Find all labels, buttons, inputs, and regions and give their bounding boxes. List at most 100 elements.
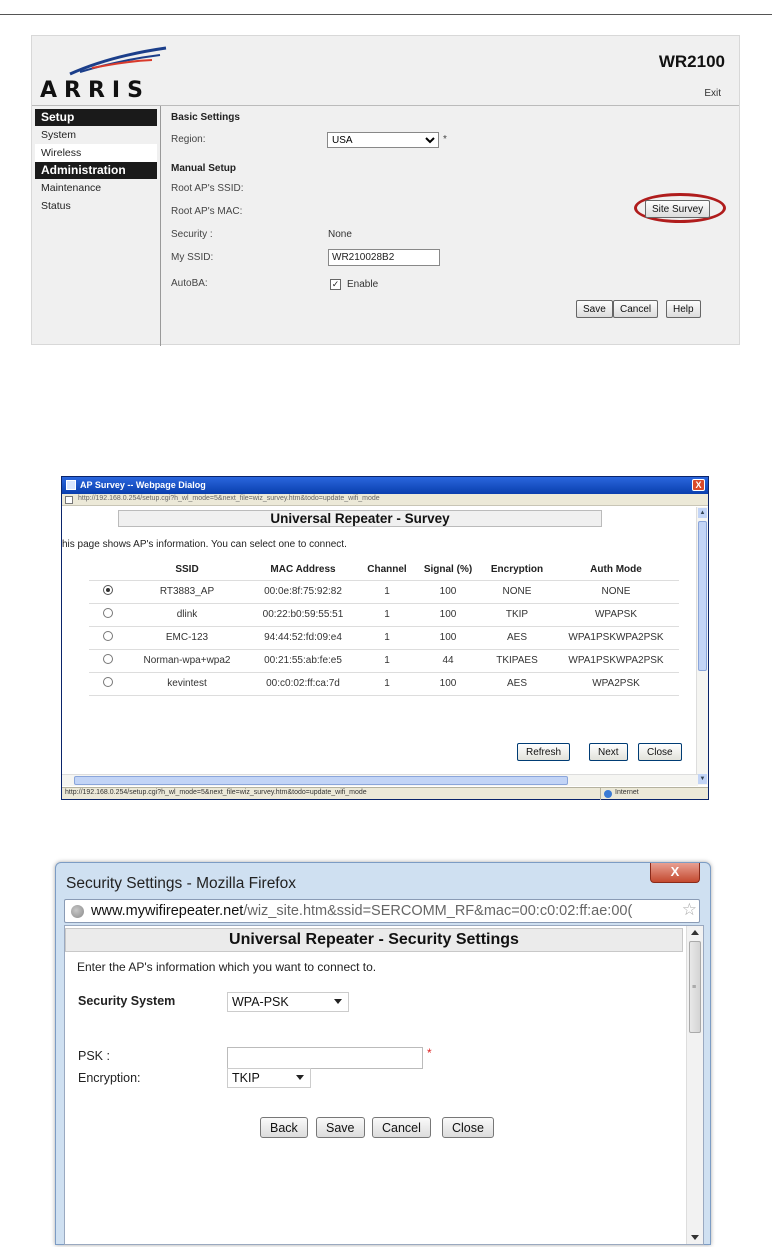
back-button[interactable]: Back	[260, 1117, 308, 1138]
survey-heading: Universal Repeater - Survey	[118, 510, 602, 527]
dialog-titlebar: AP Survey -- Webpage Dialog X	[62, 477, 708, 494]
help-button[interactable]: Help	[666, 300, 701, 318]
security-label: Security :	[171, 229, 213, 240]
cancel-button[interactable]: Cancel	[613, 300, 659, 318]
select-radio[interactable]	[103, 677, 113, 687]
scroll-up-icon[interactable]	[691, 930, 699, 935]
radio-cell[interactable]	[89, 603, 127, 627]
next-button[interactable]: Next	[589, 743, 628, 761]
close-icon[interactable]: X	[650, 863, 700, 883]
scroll-thumb[interactable]	[74, 776, 568, 785]
security-system-label: Security System	[78, 994, 176, 1008]
ssid-cell: kevintest	[127, 672, 247, 696]
psk-input[interactable]	[227, 1047, 423, 1069]
table-row[interactable]: EMC-123 94:44:52:fd:09:e4 1 100 AES WPA1…	[89, 626, 679, 650]
arris-logo-text: ARRIS	[40, 78, 150, 103]
column-header: Channel	[359, 559, 415, 581]
table-row[interactable]: Norman-wpa+wpa2 00:21:55:ab:fe:e5 1 44 T…	[89, 649, 679, 673]
save-button[interactable]: Save	[576, 300, 613, 318]
select-radio[interactable]	[103, 654, 113, 664]
column-header: Encryption	[481, 559, 553, 581]
signal-cell: 100	[415, 626, 481, 650]
security-system-dropdown[interactable]: WPA-PSK	[227, 992, 349, 1012]
mac-cell: 00:22:b0:59:55:51	[247, 603, 359, 627]
sidebar-item-system[interactable]: System	[35, 126, 157, 144]
select-radio[interactable]	[103, 608, 113, 618]
status-bar: http://192.168.0.254/setup.cgi?h_wl_mode…	[62, 787, 708, 800]
address-url: http://192.168.0.254/setup.cgi?h_wl_mode…	[78, 495, 380, 502]
encryption-dropdown[interactable]: TKIP	[227, 1068, 311, 1088]
required-mark: *	[427, 1046, 432, 1060]
refresh-button[interactable]: Refresh	[517, 743, 571, 761]
psk-label: PSK :	[78, 1049, 110, 1063]
close-button[interactable]: Close	[638, 743, 682, 761]
save-button[interactable]: Save	[316, 1117, 365, 1138]
scroll-grip-icon: ≡	[692, 984, 697, 991]
encryption-label: Encryption:	[78, 1071, 141, 1085]
security-page: Universal Repeater - Security Settings E…	[64, 925, 704, 1245]
security-system-value: WPA-PSK	[232, 995, 289, 1009]
mac-cell: 00:c0:02:ff:ca:7d	[247, 672, 359, 696]
bookmark-star-icon[interactable]: ☆	[682, 900, 697, 920]
table-row[interactable]: kevintest 00:c0:02:ff:ca:7d 1 100 AES WP…	[89, 672, 679, 696]
signal-cell: 44	[415, 649, 481, 673]
region-select[interactable]: USA	[327, 132, 439, 148]
security-heading: Universal Repeater - Security Settings	[65, 928, 683, 952]
mac-cell: 00:0e:8f:75:92:82	[247, 580, 359, 604]
select-radio[interactable]	[103, 585, 113, 595]
security-intro: Enter the AP's information which you wan…	[77, 960, 377, 974]
auth-cell: WPA1PSKWPA2PSK	[553, 626, 679, 650]
exit-link[interactable]: Exit	[704, 88, 721, 99]
sidebar-item-status[interactable]: Status	[35, 197, 157, 215]
encryption-cell: TKIPAES	[481, 649, 553, 673]
radio-cell[interactable]	[89, 649, 127, 673]
ap-survey-dialog: AP Survey -- Webpage Dialog X http://192…	[61, 476, 709, 800]
page-top-rule	[0, 14, 772, 15]
select-radio[interactable]	[103, 631, 113, 641]
encryption-cell: AES	[481, 672, 553, 696]
auth-cell: WPA2PSK	[553, 672, 679, 696]
close-button[interactable]: Close	[442, 1117, 494, 1138]
scroll-down-icon[interactable]: ▼	[698, 774, 707, 784]
header-divider	[32, 105, 739, 106]
autoba-label: AutoBA:	[171, 278, 208, 289]
autoba-checkbox[interactable]: ✓	[330, 279, 341, 290]
zone-label: Internet	[615, 789, 639, 796]
column-header: SSID	[127, 559, 247, 581]
table-row[interactable]: RT3883_AP 00:0e:8f:75:92:82 1 100 NONE N…	[89, 580, 679, 604]
vertical-scrollbar[interactable]: ▲ ▼	[696, 507, 708, 785]
sidebar-item-wireless[interactable]: Wireless	[35, 144, 157, 162]
my-ssid-label: My SSID:	[171, 252, 214, 263]
url-bar[interactable]: www.mywifirepeater.net/wiz_site.htm&ssid…	[64, 899, 700, 923]
internet-globe-icon	[604, 790, 612, 798]
window-icon	[66, 480, 76, 490]
radio-cell[interactable]	[89, 580, 127, 604]
sidebar-item-maintenance[interactable]: Maintenance	[35, 179, 157, 197]
encryption-cell: AES	[481, 626, 553, 650]
region-label: Region:	[171, 134, 206, 145]
scroll-up-icon[interactable]: ▲	[698, 508, 707, 518]
site-survey-button[interactable]: Site Survey	[645, 200, 711, 218]
radio-cell[interactable]	[89, 626, 127, 650]
close-icon[interactable]: X	[692, 479, 705, 491]
scroll-down-icon[interactable]	[691, 1235, 699, 1240]
ap-table: SSID MAC Address Channel Signal (%) Encr…	[89, 559, 679, 696]
root-mac-label: Root AP's MAC:	[171, 206, 243, 217]
encryption-cell: NONE	[481, 580, 553, 604]
basic-settings-heading: Basic Settings	[171, 112, 240, 123]
cancel-button[interactable]: Cancel	[372, 1117, 431, 1138]
my-ssid-input[interactable]: WR210028B2	[328, 249, 440, 266]
ssid-cell: RT3883_AP	[127, 580, 247, 604]
required-mark: *	[443, 134, 447, 145]
security-settings-window: Security Settings - Mozilla Firefox X ww…	[55, 862, 711, 1245]
address-bar: http://192.168.0.254/setup.cgi?h_wl_mode…	[62, 494, 708, 506]
horizontal-scrollbar[interactable]	[62, 774, 698, 786]
mac-cell: 94:44:52:fd:09:e4	[247, 626, 359, 650]
vertical-scrollbar[interactable]: ≡	[686, 926, 703, 1244]
chevron-down-icon	[334, 999, 342, 1004]
scroll-thumb[interactable]	[698, 521, 707, 671]
radio-cell[interactable]	[89, 672, 127, 696]
mac-cell: 00:21:55:ab:fe:e5	[247, 649, 359, 673]
dialog-title: AP Survey -- Webpage Dialog	[80, 480, 206, 490]
table-row[interactable]: dlink 00:22:b0:59:55:51 1 100 TKIP WPAPS…	[89, 603, 679, 627]
